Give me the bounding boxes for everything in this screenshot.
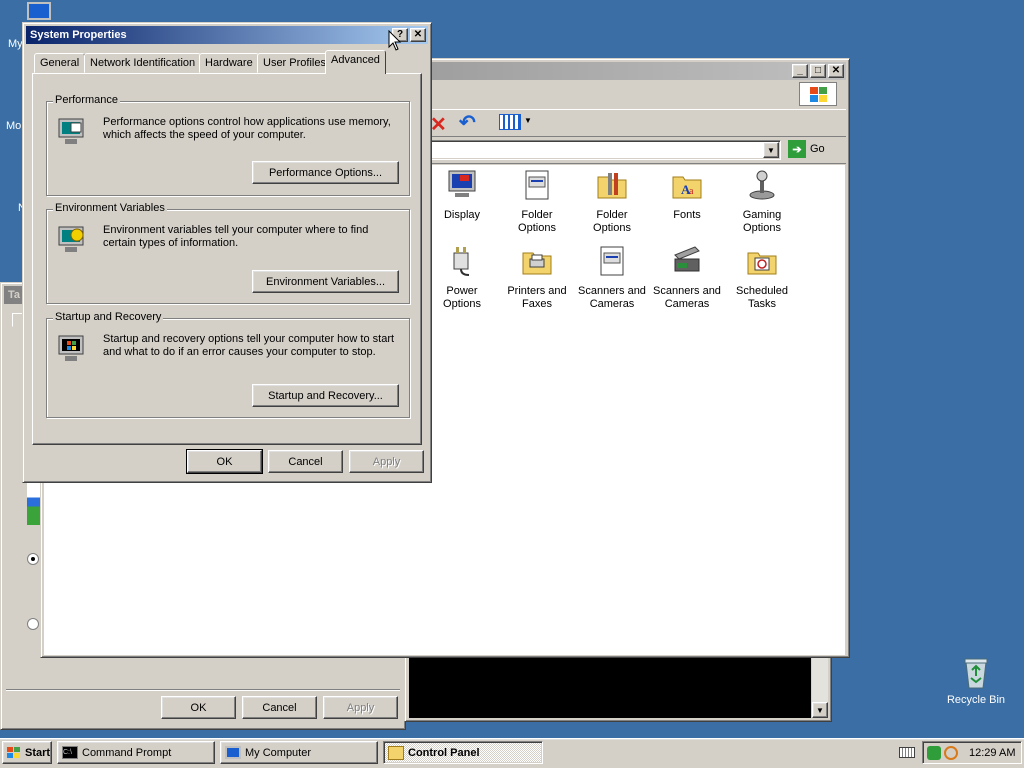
windows-flag-icon: [810, 87, 827, 102]
taskbar-properties-divider: [6, 689, 400, 691]
scheduled-tasks-icon: [747, 252, 777, 275]
cp-item-power-options[interactable]: Power Options: [426, 245, 498, 311]
taskbar-item-command-prompt[interactable]: C:\ Command Prompt: [57, 741, 215, 764]
mouse-cursor-icon: [388, 30, 402, 51]
tab-hardware[interactable]: Hardware: [199, 53, 259, 73]
my-computer-icon: [225, 746, 241, 759]
clock[interactable]: 12:29 AM: [969, 747, 1015, 759]
network-tray-icon[interactable]: [927, 745, 941, 760]
views-icon[interactable]: [499, 114, 521, 130]
radio-option-1[interactable]: [27, 553, 39, 565]
desktop-icon-recycle-bin[interactable]: Recycle Bin: [940, 656, 1012, 706]
system-properties-titlebar[interactable]: System Properties ? ✕: [26, 26, 428, 44]
go-arrow-icon: ➔: [788, 140, 806, 158]
tab-user-profiles[interactable]: User Profiles: [257, 53, 332, 73]
startup-group-label: Startup and Recovery: [53, 311, 164, 323]
system-properties-dialog: System Properties ? ✕ General Network Id…: [22, 22, 432, 483]
tab-panel: Performance Performance options control …: [32, 73, 422, 445]
keyboard-icon[interactable]: [899, 747, 915, 758]
cp-item-folder-options-tools[interactable]: Folder Options: [576, 169, 648, 235]
joystick-icon: [749, 170, 775, 200]
scanner-window-icon: [600, 246, 624, 276]
radio-option-2[interactable]: [27, 618, 39, 630]
cp-item-gaming-options[interactable]: Gaming Options: [726, 169, 798, 235]
startup-recovery-group: Startup and Recovery Startup and recover…: [46, 311, 410, 418]
cp-item-printers-faxes[interactable]: Printers and Faxes: [501, 245, 573, 311]
taskbar-cancel-button[interactable]: Cancel: [242, 696, 317, 719]
performance-monitor-icon: [58, 118, 84, 144]
cp-item-scheduled-tasks[interactable]: Scheduled Tasks: [726, 245, 798, 311]
recycle-bin-icon: [964, 658, 988, 689]
environment-monitor-icon: [58, 226, 84, 252]
startup-monitor-icon: [58, 335, 84, 361]
minimize-button[interactable]: _: [792, 64, 808, 78]
tab-network-identification[interactable]: Network Identification: [84, 53, 202, 73]
taskbar-ok-button[interactable]: OK: [161, 696, 236, 719]
close-button[interactable]: ✕: [828, 64, 844, 78]
cp-item-scanners-cameras-2[interactable]: Scanners and Cameras: [651, 245, 723, 311]
go-button[interactable]: ➔ Go: [788, 140, 825, 158]
taskbar-item-my-computer[interactable]: My Computer: [220, 741, 378, 764]
ok-button[interactable]: OK: [186, 449, 263, 474]
environment-description: Environment variables tell your computer…: [103, 224, 369, 249]
cancel-button[interactable]: Cancel: [268, 450, 343, 473]
scroll-down-button[interactable]: ▼: [812, 702, 828, 718]
dialog-close-button[interactable]: ✕: [410, 28, 426, 42]
cmd-icon: C:\: [62, 746, 78, 759]
command-prompt-window: ▼: [404, 652, 832, 722]
environment-group-label: Environment Variables: [53, 202, 167, 214]
radio-dot: [31, 557, 35, 561]
folder-options-tools-icon: [597, 173, 627, 199]
start-button[interactable]: Start: [2, 741, 52, 764]
address-dropdown-button[interactable]: ▼: [763, 142, 779, 158]
windows-logo-box: [799, 82, 837, 106]
desktop-icon-my-documents[interactable]: My: [0, 2, 51, 50]
folder-options-icon: [525, 170, 549, 200]
monitor-icon: [27, 2, 51, 20]
environment-variables-button[interactable]: Environment Variables...: [252, 270, 399, 293]
windows-flag-icon: [7, 746, 20, 758]
command-prompt-console[interactable]: [409, 657, 811, 718]
search-tray-icon[interactable]: [944, 745, 958, 760]
display-icon: [448, 170, 476, 197]
desktop-icon-my-computer[interactable]: Mo: [6, 120, 21, 132]
system-tray: 12:29 AM: [922, 741, 1022, 764]
performance-group: Performance Performance options control …: [46, 94, 410, 196]
console-scrollbar[interactable]: ▼: [812, 657, 828, 718]
cp-item-folder-options[interactable]: Folder Options: [501, 169, 573, 235]
scanner-icon: [674, 246, 700, 272]
taskbar-apply-button[interactable]: Apply: [323, 696, 398, 719]
desktop-icon-label: My: [8, 38, 23, 50]
taskbar-item-control-panel[interactable]: Control Panel: [383, 741, 543, 764]
tab-advanced[interactable]: Advanced: [325, 50, 386, 74]
cp-item-scanners-cameras-1[interactable]: Scanners and Cameras: [576, 245, 648, 311]
performance-group-label: Performance: [53, 94, 120, 106]
performance-options-button[interactable]: Performance Options...: [252, 161, 399, 184]
cp-item-display[interactable]: Display: [426, 169, 498, 222]
environment-group: Environment Variables Environment variab…: [46, 202, 410, 304]
views-dropdown-icon[interactable]: ▼: [524, 116, 532, 125]
control-panel-icon: [388, 745, 404, 760]
performance-description: Performance options control how applicat…: [103, 116, 391, 141]
printer-folder-icon: [522, 252, 552, 275]
fonts-folder-icon: Aa: [672, 176, 702, 199]
startup-recovery-button[interactable]: Startup and Recovery...: [252, 384, 399, 407]
dialog-title: System Properties: [30, 29, 127, 41]
maximize-button[interactable]: □: [810, 64, 826, 78]
svg-text:a: a: [689, 186, 694, 197]
tab-general[interactable]: General: [34, 53, 86, 73]
delete-icon[interactable]: ✕: [430, 112, 447, 137]
startup-description: Startup and recovery options tell your c…: [103, 333, 395, 358]
cp-item-fonts[interactable]: Aa Fonts: [651, 169, 723, 222]
power-plug-icon: [453, 247, 470, 276]
apply-button[interactable]: Apply: [349, 450, 424, 473]
undo-icon[interactable]: ↶: [459, 110, 476, 135]
